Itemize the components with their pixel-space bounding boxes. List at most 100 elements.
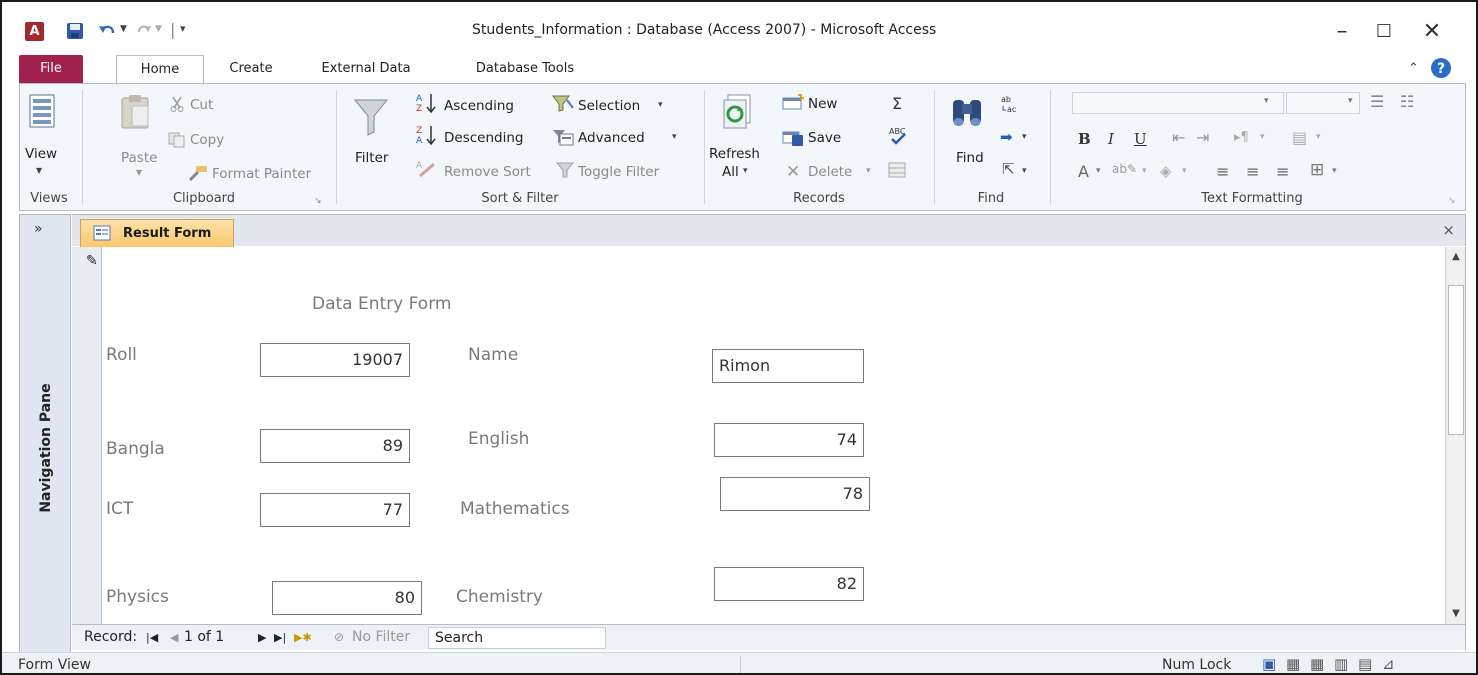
toggle-filter-button: Toggle Filter — [578, 164, 660, 180]
remove-sort-button: Remove Sort — [444, 164, 531, 180]
group-separator — [82, 90, 83, 204]
filter-icon[interactable] — [354, 98, 388, 136]
selection-icon[interactable] — [552, 94, 574, 112]
layout-view-icon[interactable]: ▤ — [1358, 655, 1372, 673]
save-record-icon[interactable] — [782, 128, 804, 146]
italic-icon[interactable]: I — [1108, 130, 1114, 148]
record-selector[interactable]: ✎ — [72, 247, 102, 624]
new-record-icon[interactable] — [782, 94, 804, 110]
maximize-button[interactable]: ☐ — [1364, 16, 1404, 48]
english-field[interactable]: 74 — [714, 423, 864, 457]
font-color-icon[interactable]: A — [1078, 162, 1089, 181]
bold-icon[interactable]: B — [1078, 130, 1091, 148]
find-binoculars-icon[interactable] — [950, 96, 984, 128]
refresh-all-label[interactable]: All — [722, 164, 739, 180]
view-button[interactable]: View — [25, 146, 57, 162]
customize-qat-icon[interactable]: ▾ — [180, 22, 186, 35]
minimize-ribbon-icon[interactable]: ⌃ — [1408, 61, 1419, 76]
pivotchart-view-icon[interactable]: ▥ — [1334, 655, 1348, 673]
scroll-up-icon[interactable]: ▲ — [1448, 249, 1464, 265]
view-dropdown-icon[interactable]: ▼ — [36, 166, 42, 175]
navigation-pane[interactable]: » Navigation Pane — [19, 214, 71, 656]
bangla-field[interactable]: 89 — [260, 429, 410, 463]
refresh-all-icon[interactable] — [722, 94, 754, 132]
advanced-filter-icon[interactable] — [552, 128, 574, 146]
chemistry-field[interactable]: 82 — [714, 567, 864, 601]
view-icon[interactable] — [29, 94, 55, 128]
scroll-down-icon[interactable]: ▼ — [1448, 606, 1464, 622]
redo-dropdown-icon: ▼ — [155, 24, 162, 34]
save-icon[interactable] — [66, 22, 84, 40]
sort-descending-icon[interactable]: ZA — [416, 124, 438, 146]
pivottable-view-icon[interactable]: ▦ — [1310, 655, 1324, 673]
first-record-icon[interactable]: |◀ — [146, 631, 158, 644]
mathematics-field[interactable]: 78 — [720, 477, 870, 511]
close-document-icon[interactable]: × — [1442, 221, 1455, 239]
advanced-dropdown-icon[interactable]: ▾ — [672, 132, 677, 142]
refresh-dropdown-icon[interactable]: ▾ — [743, 166, 748, 176]
roll-field[interactable]: 19007 — [260, 343, 410, 377]
text-direction-dropdown-icon: ▾ — [1260, 132, 1265, 142]
totals-icon[interactable]: Σ — [892, 94, 902, 113]
tab-result-form[interactable]: Result Form — [80, 219, 234, 247]
ict-field[interactable]: 77 — [260, 493, 410, 527]
align-left-icon[interactable]: ≡ — [1216, 162, 1229, 181]
go-to-dropdown-icon[interactable]: ▾ — [1022, 132, 1027, 142]
select-icon[interactable]: ⇱ — [1002, 160, 1015, 178]
minimize-button[interactable]: – — [1322, 16, 1362, 48]
replace-icon[interactable]: abac — [1000, 94, 1022, 114]
underline-icon[interactable]: U — [1134, 130, 1147, 148]
tab-file[interactable]: File — [19, 55, 83, 83]
next-record-icon[interactable]: ▶ — [258, 631, 266, 644]
go-to-icon[interactable]: ➡ — [1000, 128, 1013, 146]
find-button[interactable]: Find — [956, 150, 984, 166]
selection-dropdown-icon[interactable]: ▾ — [658, 100, 663, 110]
font-name-select[interactable] — [1072, 92, 1284, 114]
save-button[interactable]: Save — [808, 130, 841, 146]
tab-home[interactable]: Home — [116, 55, 204, 84]
advanced-button[interactable]: Advanced — [578, 130, 645, 146]
align-right-icon[interactable]: ≡ — [1276, 162, 1289, 181]
spelling-icon[interactable]: ABC — [888, 126, 908, 146]
descending-button[interactable]: Descending — [444, 130, 523, 146]
text-formatting-launcher-icon[interactable]: ↘ — [1448, 196, 1456, 206]
align-center-icon[interactable]: ≡ — [1246, 162, 1259, 181]
access-app-icon[interactable]: A — [25, 22, 44, 41]
selection-button[interactable]: Selection — [578, 98, 640, 114]
clipboard-launcher-icon[interactable]: ↘ — [314, 196, 322, 206]
nav-pane-expand-icon[interactable]: » — [34, 221, 43, 237]
font-color-dropdown-icon[interactable]: ▾ — [1096, 166, 1101, 176]
record-position-field[interactable]: 1 of 1 — [184, 629, 224, 645]
form-view-icon[interactable]: ▣ — [1262, 655, 1276, 673]
font-size-dropdown-icon[interactable]: ▾ — [1348, 96, 1353, 106]
sort-ascending-icon[interactable]: AZ — [416, 92, 438, 114]
new-blank-record-icon[interactable]: ▶✱ — [294, 631, 312, 644]
chemistry-label: Chemistry — [456, 587, 543, 607]
close-button[interactable]: ✕ — [1412, 16, 1452, 48]
help-icon[interactable]: ? — [1430, 57, 1452, 79]
undo-dropdown-icon[interactable]: ▼ — [120, 24, 127, 34]
scroll-thumb[interactable] — [1448, 285, 1464, 435]
search-input[interactable]: Search — [428, 627, 606, 649]
numbering-icon[interactable]: ☷ — [1400, 92, 1414, 111]
tab-external-data[interactable]: External Data — [302, 55, 430, 83]
refresh-button[interactable]: Refresh — [709, 146, 760, 162]
ascending-button[interactable]: Ascending — [444, 98, 514, 114]
gridlines-icon[interactable]: ⊞ — [1310, 160, 1324, 180]
select-dropdown-icon[interactable]: ▾ — [1022, 166, 1027, 176]
vertical-scrollbar[interactable]: ▲ ▼ — [1445, 247, 1465, 624]
gridlines-dropdown-icon[interactable]: ▾ — [1332, 166, 1337, 176]
datasheet-view-icon[interactable]: ▦ — [1286, 655, 1300, 673]
tab-create[interactable]: Create — [216, 55, 286, 83]
svg-text:A: A — [416, 136, 423, 146]
bullets-icon[interactable]: ☰ — [1370, 92, 1384, 111]
tab-database-tools[interactable]: Database Tools — [450, 55, 600, 83]
undo-icon[interactable] — [98, 23, 116, 39]
physics-field[interactable]: 80 — [272, 581, 422, 615]
last-record-icon[interactable]: ▶| — [274, 631, 286, 644]
filter-button[interactable]: Filter — [355, 150, 388, 166]
new-button[interactable]: New — [808, 96, 837, 112]
font-name-dropdown-icon[interactable]: ▾ — [1264, 96, 1269, 106]
name-field[interactable]: Rimon — [712, 349, 864, 383]
design-view-icon[interactable]: ⊿ — [1382, 655, 1395, 673]
